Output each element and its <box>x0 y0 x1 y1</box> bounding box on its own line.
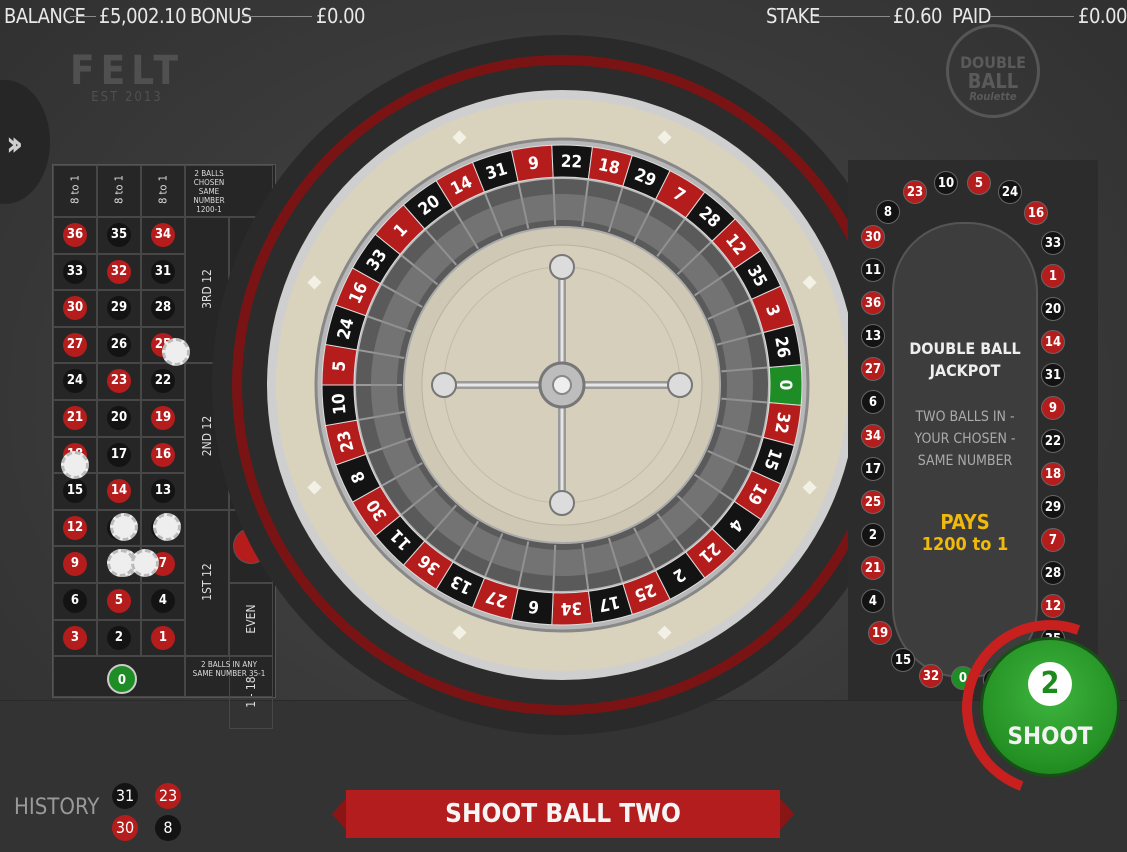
wheel-number: 22 <box>560 152 582 173</box>
racetrack-number-1[interactable]: 1 <box>1041 264 1065 288</box>
history-number: 30 <box>112 815 138 841</box>
jackpot-title: DOUBLE BALL JACKPOT <box>909 339 1021 380</box>
racetrack-number-13[interactable]: 13 <box>861 324 885 349</box>
history-number: 23 <box>155 783 181 809</box>
racetrack-number-7[interactable]: 7 <box>1041 528 1065 552</box>
racetrack-number-2[interactable]: 2 <box>861 522 885 547</box>
pays-value: 1200 to 1 <box>921 534 1009 555</box>
racetrack-number-15[interactable]: 15 <box>891 648 915 672</box>
wheel-number: 26 <box>770 335 793 359</box>
ball-count-badge: 2 <box>1028 662 1072 706</box>
racetrack-number-19[interactable]: 19 <box>868 621 892 645</box>
turret-knob <box>549 490 575 516</box>
racetrack-number-28[interactable]: 28 <box>1041 561 1065 585</box>
racetrack-number-18[interactable]: 18 <box>1041 462 1065 486</box>
racetrack-number-33[interactable]: 33 <box>1041 231 1065 255</box>
racetrack-number-29[interactable]: 29 <box>1041 495 1065 519</box>
turret-knob <box>549 254 575 280</box>
wheel-number: 5 <box>329 360 350 372</box>
racetrack-number-11[interactable]: 11 <box>861 258 885 282</box>
wheel-number: 32 <box>770 411 793 435</box>
racetrack-number-30[interactable]: 30 <box>861 224 885 249</box>
racetrack-number-23[interactable]: 23 <box>903 180 927 204</box>
racetrack-number-31[interactable]: 31 <box>1041 363 1065 387</box>
racetrack-number-25[interactable]: 25 <box>861 489 885 514</box>
racetrack-number-10[interactable]: 10 <box>934 171 958 195</box>
racetrack-number-17[interactable]: 17 <box>861 456 885 481</box>
wheel-number: 10 <box>329 392 351 415</box>
shoot-button[interactable]: 2 SHOOT <box>980 637 1120 777</box>
history-number: 8 <box>155 815 181 841</box>
history-label: HISTORY <box>14 795 100 820</box>
history-number: 31 <box>112 783 138 809</box>
racetrack-number-21[interactable]: 21 <box>861 555 885 580</box>
racetrack-number-20[interactable]: 20 <box>1041 297 1065 321</box>
racetrack-number-22[interactable]: 22 <box>1041 429 1065 453</box>
racetrack-number-8[interactable]: 8 <box>876 200 900 224</box>
racetrack-number-36[interactable]: 36 <box>861 291 885 316</box>
racetrack-number-9[interactable]: 9 <box>1041 396 1065 420</box>
racetrack-number-4[interactable]: 4 <box>861 589 885 613</box>
shoot-label: SHOOT <box>1007 722 1093 750</box>
turret-knob <box>667 372 693 398</box>
pays-label: PAYS <box>940 510 990 534</box>
turret-knob <box>431 372 457 398</box>
racetrack-number-5[interactable]: 5 <box>967 171 991 195</box>
racetrack-number-12[interactable]: 12 <box>1041 594 1065 618</box>
turret-cap <box>552 375 572 395</box>
jackpot-subtitle: TWO BALLS IN - YOUR CHOSEN - SAME NUMBER <box>914 409 1016 469</box>
wheel-number: 34 <box>560 597 582 618</box>
racetrack-number-34[interactable]: 34 <box>861 423 885 448</box>
racetrack-number-32[interactable]: 32 <box>919 664 943 688</box>
jackpot-info: DOUBLE BALL JACKPOT TWO BALLS IN - YOUR … <box>900 338 1030 555</box>
wheel-number: 0 <box>775 380 795 391</box>
racetrack-number-24[interactable]: 24 <box>998 180 1022 204</box>
status-banner: SHOOT BALL TWO <box>332 790 794 838</box>
racetrack-number-14[interactable]: 14 <box>1041 330 1065 354</box>
racetrack-number-16[interactable]: 16 <box>1024 201 1048 225</box>
